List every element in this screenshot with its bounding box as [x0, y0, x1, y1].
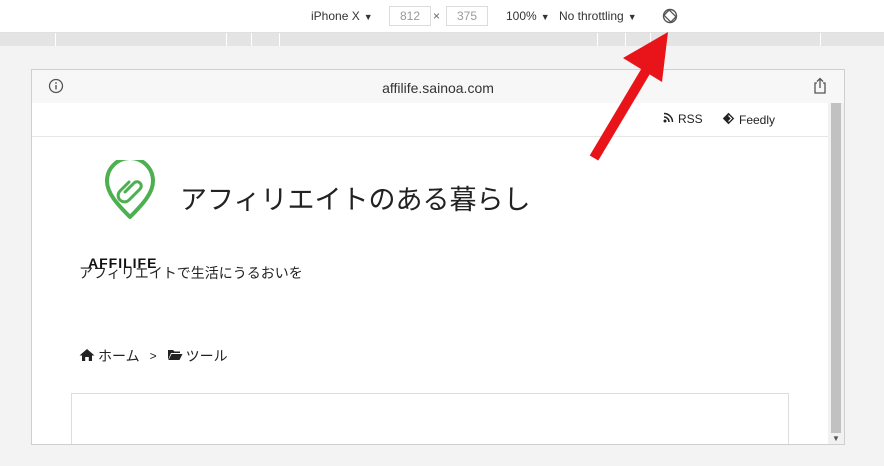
device-name: iPhone X [311, 9, 360, 23]
site-title[interactable]: アフィリエイトのある暮らし [180, 178, 530, 217]
throttling-select[interactable]: No throttling ▼ [559, 9, 637, 23]
arrow-annotation [589, 32, 668, 161]
rotate-icon[interactable] [662, 8, 678, 24]
scrollbar[interactable]: ▼ [828, 103, 844, 444]
zoom-value: 100% [506, 9, 537, 23]
width-input[interactable]: 812 [389, 6, 431, 26]
feedly-label: Feedly [739, 113, 776, 127]
site-tagline: アフィリエイトで生活にうるおいを [79, 265, 303, 281]
top-nav: RSS Feedly [32, 103, 828, 137]
chevron-down-icon: ▼ [540, 12, 550, 22]
url-text: affilife.sainoa.com [382, 80, 494, 96]
feedly-icon [722, 112, 735, 128]
chevron-down-icon: ▼ [627, 12, 637, 22]
scrollbar-thumb[interactable] [831, 103, 841, 433]
folder-icon [167, 348, 183, 364]
dimension-separator: × [433, 9, 441, 23]
feedly-link[interactable]: Feedly [722, 112, 775, 128]
device-toolbar: iPhone X ▼ 812 × 375 100% ▼ No throttling ▼ [0, 0, 884, 33]
share-icon[interactable] [812, 77, 828, 95]
device-viewport: affilife.sainoa.com RSS Feedly AFFILIFE … [31, 69, 845, 445]
breadcrumb-home[interactable]: ホーム [98, 346, 140, 366]
device-select[interactable]: iPhone X ▼ [311, 9, 373, 23]
height-input[interactable]: 375 [446, 6, 488, 26]
zoom-select[interactable]: 100% ▼ [506, 9, 550, 23]
breadcrumb-separator: > [149, 349, 157, 363]
home-icon [79, 348, 95, 365]
address-bar: affilife.sainoa.com [32, 70, 844, 103]
media-query-ruler[interactable] [0, 33, 884, 46]
throttling-value: No throttling [559, 9, 624, 23]
scroll-down-icon[interactable]: ▼ [832, 434, 840, 443]
web-page: RSS Feedly AFFILIFE アフィリエイトのある暮らし アフィリエイ… [32, 103, 828, 444]
content-box [71, 393, 789, 444]
breadcrumb: ホーム > ツール [79, 346, 228, 366]
site-logo-mark[interactable] [85, 156, 175, 240]
chevron-down-icon: ▼ [363, 12, 373, 22]
breadcrumb-category[interactable]: ツール [186, 346, 228, 366]
